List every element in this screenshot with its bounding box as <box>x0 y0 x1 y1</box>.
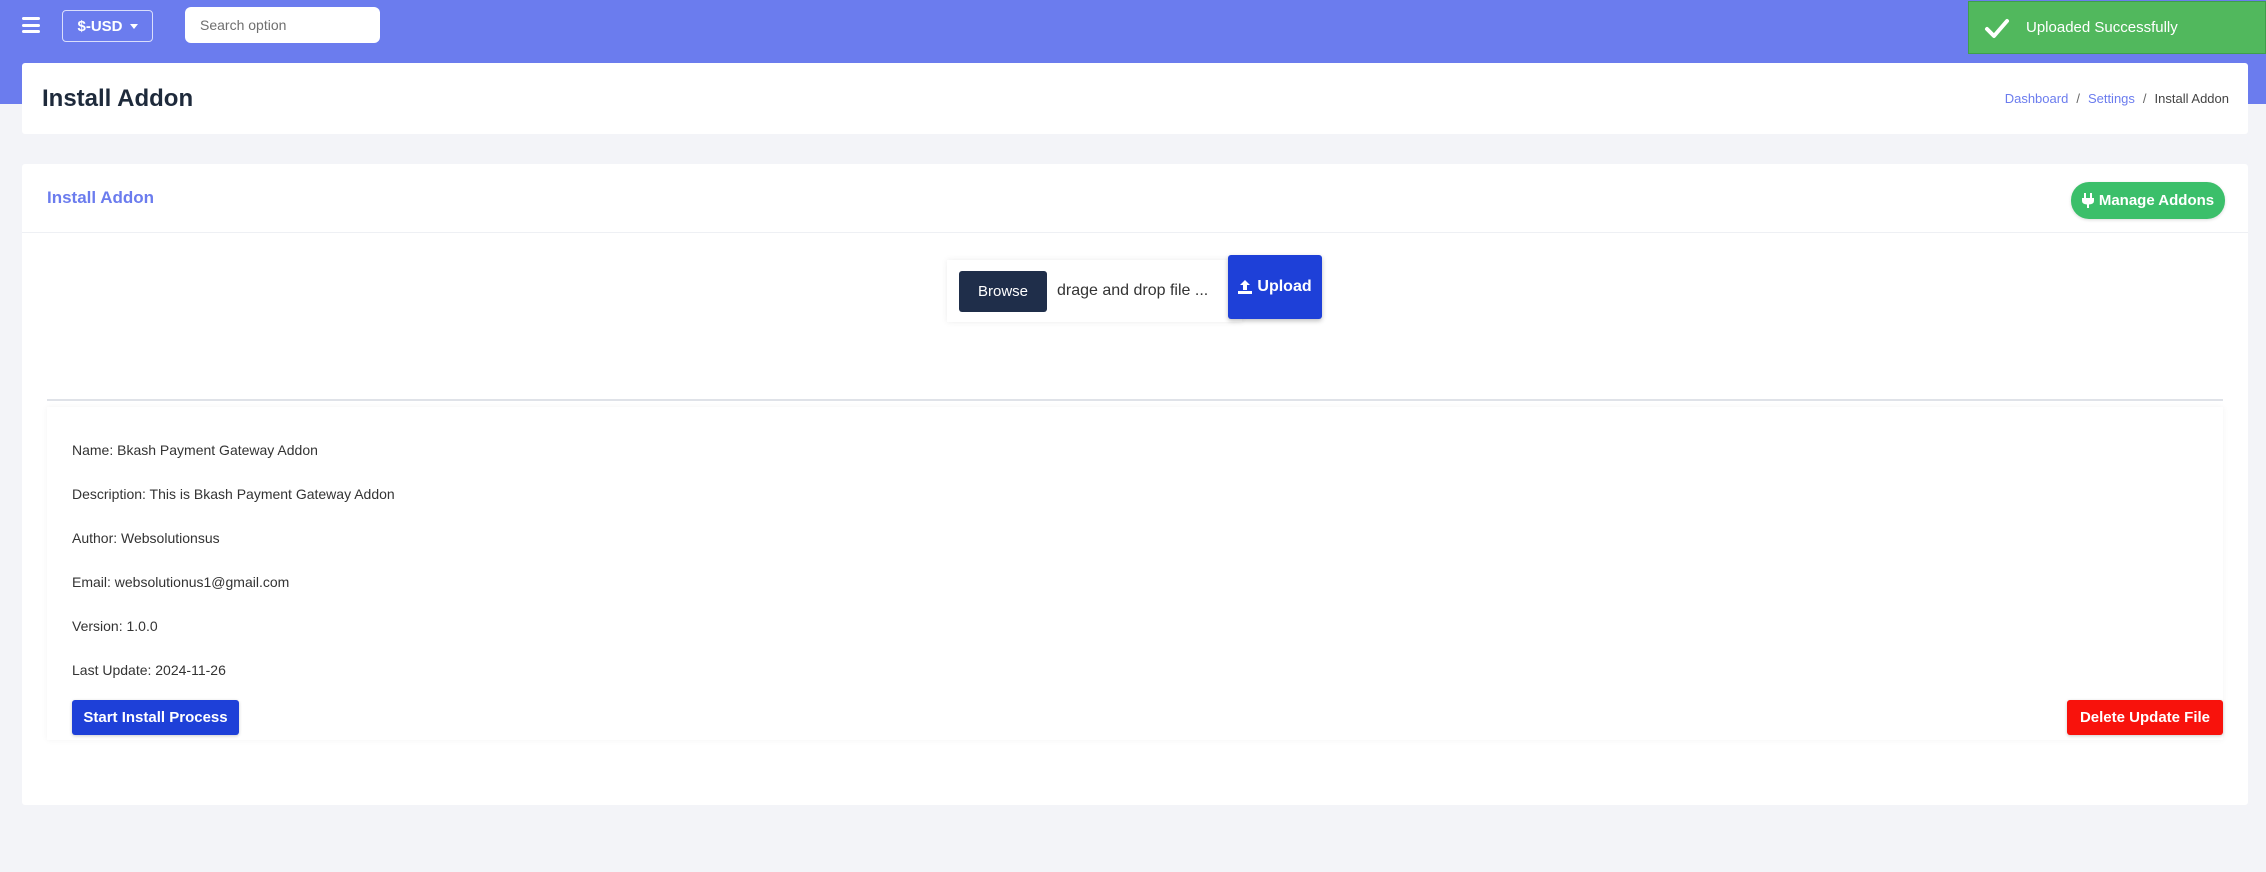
breadcrumb-separator: / <box>2076 91 2080 106</box>
browse-button[interactable]: Browse <box>959 270 1047 312</box>
addon-last-update: Last Update: 2024-11-26 <box>72 662 226 678</box>
card-header-divider <box>22 232 2248 233</box>
section-divider <box>47 399 2223 401</box>
addon-info-panel: Name: Bkash Payment Gateway Addon Descri… <box>47 407 2223 740</box>
addon-email: Email: websolutionus1@gmail.com <box>72 574 290 590</box>
page-header: Install Addon Dashboard / Settings / Ins… <box>22 63 2248 134</box>
toast-message: Uploaded Successfully <box>2026 19 2178 36</box>
manage-addons-label: Manage Addons <box>2098 192 2215 209</box>
breadcrumb-dashboard[interactable]: Dashboard <box>2005 91 2069 106</box>
manage-addons-button[interactable]: Manage Addons <box>2071 182 2225 219</box>
file-placeholder: drage and drop file ... <box>1057 282 1209 299</box>
addon-name: Name: Bkash Payment Gateway Addon <box>72 442 318 458</box>
addon-version: Version: 1.0.0 <box>72 618 158 634</box>
breadcrumb-settings[interactable]: Settings <box>2088 91 2135 106</box>
breadcrumb: Dashboard / Settings / Install Addon <box>2005 91 2229 106</box>
upload-button[interactable]: Upload <box>1228 255 1322 319</box>
install-addon-card: Install Addon Manage Addons Browse drage… <box>22 164 2248 805</box>
plug-icon <box>2081 193 2094 208</box>
upload-label: Upload <box>1257 278 1312 295</box>
check-icon <box>1985 18 2009 38</box>
hamburger-icon[interactable] <box>22 17 40 33</box>
breadcrumb-separator: / <box>2142 91 2147 106</box>
file-dropzone[interactable]: Browse drage and drop file ... <box>947 260 1242 322</box>
breadcrumb-current: Install Addon <box>2154 91 2229 106</box>
page-title: Install Addon <box>42 85 194 112</box>
addon-description: Description: This is Bkash Payment Gatew… <box>72 486 395 502</box>
addon-author: Author: Websolutionsus <box>72 530 220 546</box>
upload-icon <box>1238 280 1253 294</box>
delete-update-file-button[interactable]: Delete Update File <box>2067 700 2223 735</box>
success-toast[interactable]: Uploaded Successfully <box>1968 1 2266 54</box>
currency-dropdown[interactable]: $-USD <box>62 10 153 42</box>
currency-label: $-USD <box>77 17 123 35</box>
caret-down-icon <box>129 23 138 29</box>
card-title: Install Addon <box>47 188 155 207</box>
search-input[interactable] <box>185 7 380 43</box>
start-install-button[interactable]: Start Install Process <box>72 700 239 735</box>
